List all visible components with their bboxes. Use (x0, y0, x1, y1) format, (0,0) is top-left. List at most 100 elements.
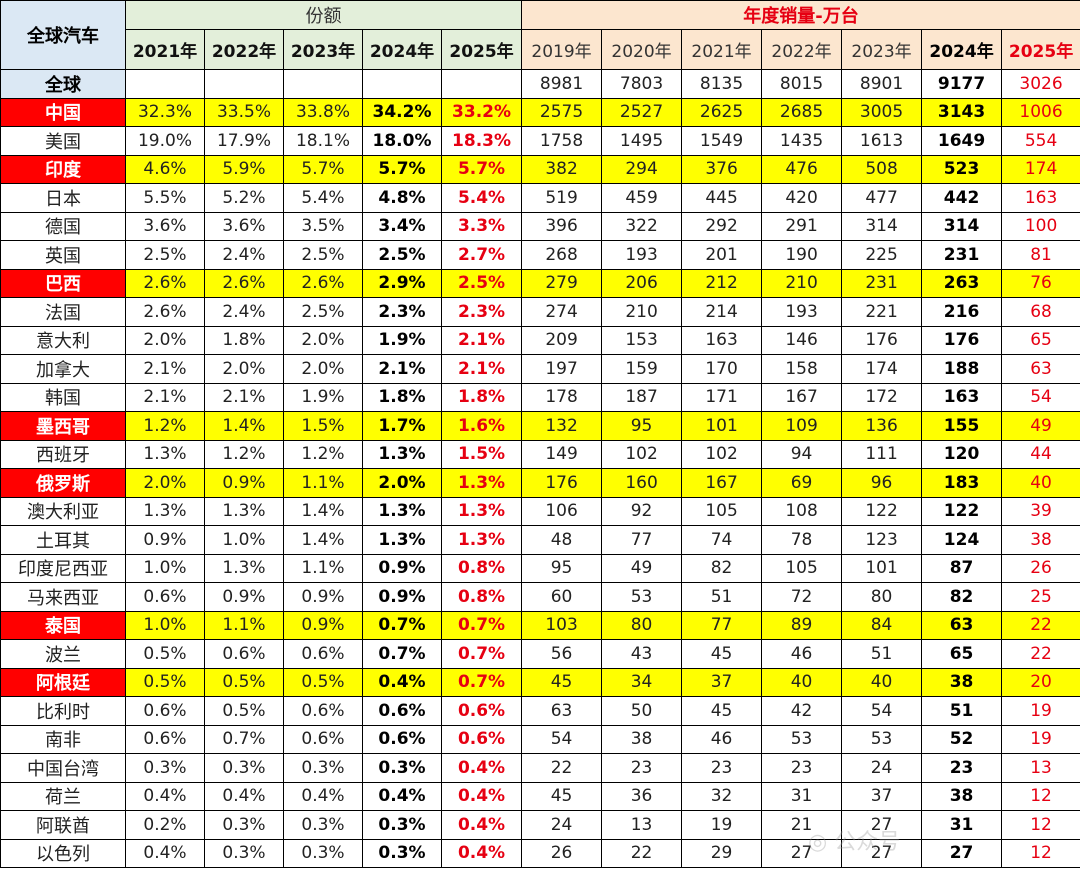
share-year-header: 2022年 (204, 29, 284, 70)
country-cell: 中国台湾 (0, 753, 126, 783)
share-cell: 0.2% (125, 810, 205, 840)
sales-cell: 105 (761, 553, 843, 583)
sales-cell: 167 (761, 382, 843, 412)
sales-cell: 167 (681, 468, 763, 498)
sales-cell: 8015 (761, 69, 843, 99)
sales-cell: 38 (1001, 525, 1080, 555)
sales-cell: 193 (601, 240, 683, 270)
sales-cell: 210 (601, 297, 683, 327)
table-row: 阿根廷 0.5% 0.5% 0.5% 0.4% 0.7% 45 34 37 40 40 38 20 (0, 667, 1080, 697)
country-cell: 泰国 (0, 610, 126, 640)
sales-cell: 53 (761, 724, 843, 754)
share-cell: 1.2% (204, 439, 284, 469)
share-cell: 0.8% (440, 582, 523, 612)
share-cell: 0.5% (125, 667, 205, 697)
sales-cell: 206 (601, 268, 683, 298)
table-row: 波兰 0.5% 0.6% 0.6% 0.7% 0.7% 56 43 45 46 51 65 22 (0, 639, 1080, 669)
share-cell: 0.4% (283, 781, 363, 811)
share-cell: 2.1% (440, 354, 523, 384)
country-cell: 全球 (0, 69, 126, 99)
sales-cell: 382 (521, 154, 603, 184)
sales-cell: 163 (681, 325, 763, 355)
sales-cell: 176 (521, 468, 603, 498)
sales-cell: 160 (601, 468, 683, 498)
sales-cell: 163 (1001, 183, 1080, 213)
share-cell: 5.2% (204, 183, 284, 213)
table-row: 加拿大 2.1% 2.0% 2.0% 2.1% 2.1% 197 159 170 158 174 18… (0, 354, 1080, 384)
sales-year-header: 2022年 (761, 29, 843, 70)
table-row: 美国 19.0% 17.9% 18.1% 18.0% 18.3% 1758 1495 1549 1… (0, 126, 1080, 156)
sales-cell: 124 (921, 525, 1003, 555)
share-cell: 2.0% (204, 354, 284, 384)
share-cell: 0.7% (204, 724, 284, 754)
share-cell: 0.7% (362, 610, 442, 640)
share-cell: 18.3% (440, 126, 523, 156)
share-cell: 2.7% (440, 240, 523, 270)
share-cell: 17.9% (204, 126, 284, 156)
sales-cell: 153 (601, 325, 683, 355)
table-row: 法国 2.6% 2.4% 2.5% 2.3% 2.3% 274 210 214 193 221 216… (0, 297, 1080, 327)
sales-cell: 519 (521, 183, 603, 213)
country-cell: 法国 (0, 297, 126, 327)
sales-cell: 279 (521, 268, 603, 298)
share-cell (283, 69, 363, 99)
sales-cell: 27 (921, 838, 1003, 868)
sales-cell: 95 (601, 411, 683, 441)
sales-cell: 314 (921, 211, 1003, 241)
share-cell: 0.6% (362, 724, 442, 754)
country-cell: 荷兰 (0, 781, 126, 811)
sales-cell: 40 (841, 667, 923, 697)
sales-cell: 159 (601, 354, 683, 384)
sales-cell: 52 (921, 724, 1003, 754)
share-cell: 0.4% (440, 810, 523, 840)
sales-cell: 294 (601, 154, 683, 184)
table-row: 泰国 1.0% 1.1% 0.9% 0.7% 0.7% 103 80 77 89 84 63 22 (0, 610, 1080, 640)
sales-cell: 146 (761, 325, 843, 355)
sales-cell: 136 (841, 411, 923, 441)
share-cell: 32.3% (125, 97, 205, 127)
sales-cell: 24 (521, 810, 603, 840)
sales-cell: 23 (921, 753, 1003, 783)
share-cell: 2.3% (440, 297, 523, 327)
share-cell: 2.0% (362, 468, 442, 498)
share-cell: 0.6% (440, 696, 523, 726)
country-cell: 美国 (0, 126, 126, 156)
sales-year-header: 2019年 (521, 29, 603, 70)
sales-cell: 45 (681, 696, 763, 726)
share-cell: 1.8% (204, 325, 284, 355)
sales-cell: 231 (921, 240, 1003, 270)
country-cell: 韩国 (0, 382, 126, 412)
sales-cell: 49 (1001, 411, 1080, 441)
sales-cell: 77 (601, 525, 683, 555)
country-cell: 日本 (0, 183, 126, 213)
sales-cell: 8135 (681, 69, 763, 99)
share-cell: 2.4% (204, 297, 284, 327)
share-cell: 2.0% (125, 468, 205, 498)
sales-cell: 84 (841, 610, 923, 640)
country-cell: 印度 (0, 154, 126, 184)
sales-cell: 23 (681, 753, 763, 783)
sales-cell: 13 (1001, 753, 1080, 783)
sales-cell: 1495 (601, 126, 683, 156)
share-cell: 34.2% (362, 97, 442, 127)
table-row: 比利时 0.6% 0.5% 0.6% 0.6% 0.6% 63 50 45 42 54 51 19 (0, 696, 1080, 726)
share-cell: 0.6% (125, 696, 205, 726)
sales-cell: 12 (1001, 781, 1080, 811)
sales-cell: 92 (601, 496, 683, 526)
share-cell: 2.0% (283, 325, 363, 355)
share-cell: 0.3% (362, 810, 442, 840)
sales-cell: 89 (761, 610, 843, 640)
share-cell (440, 69, 523, 99)
sales-cell: 44 (1001, 439, 1080, 469)
sales-cell: 45 (681, 639, 763, 669)
sales-cell: 197 (521, 354, 603, 384)
sales-cell: 19 (1001, 724, 1080, 754)
share-cell: 2.1% (204, 382, 284, 412)
share-cell: 0.9% (283, 610, 363, 640)
sales-cell: 51 (921, 696, 1003, 726)
share-cell: 1.0% (125, 610, 205, 640)
share-cell: 5.7% (440, 154, 523, 184)
share-cell: 4.6% (125, 154, 205, 184)
share-cell: 0.7% (440, 639, 523, 669)
share-cell (204, 69, 284, 99)
